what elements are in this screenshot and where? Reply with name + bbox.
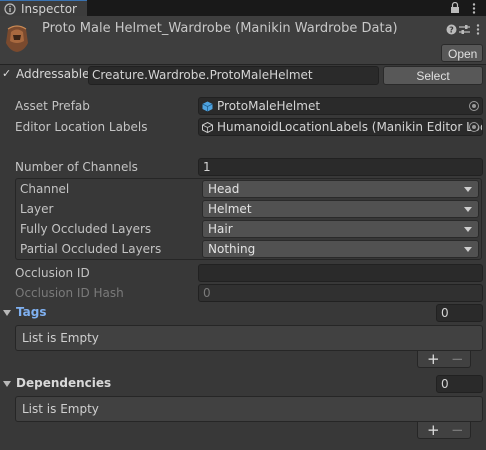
layer-label: Layer bbox=[20, 202, 54, 216]
channel-label: Channel bbox=[20, 182, 70, 196]
asset-prefab-label: Asset Prefab bbox=[15, 99, 90, 113]
dependencies-empty-text: List is Empty bbox=[22, 402, 99, 416]
select-button[interactable]: Select bbox=[383, 66, 483, 85]
partial-occluded-layers-label: Partial Occluded Layers bbox=[20, 242, 162, 256]
info-icon bbox=[4, 3, 16, 15]
fully-occluded-layers-value: Hair bbox=[208, 222, 233, 236]
layer-value: Helmet bbox=[208, 202, 252, 216]
channel-value: Head bbox=[208, 182, 240, 196]
dropdown-caret-icon bbox=[464, 187, 472, 192]
editor-location-labels-value: HumanoidLocationLabels (Manikin Editor L… bbox=[217, 120, 483, 134]
occlusion-id-field[interactable] bbox=[198, 264, 483, 282]
tab-inspector[interactable]: Inspector bbox=[0, 0, 87, 16]
dependencies-list-footer: + − bbox=[417, 422, 471, 439]
occlusion-id-hash-field: 0 bbox=[198, 284, 483, 302]
asset-prefab-field[interactable]: ProtoMaleHelmet bbox=[198, 97, 483, 115]
helmet-thumbnail-icon bbox=[6, 25, 28, 52]
tags-empty-text: List is Empty bbox=[22, 331, 99, 345]
addressable-checkbox[interactable]: ✓ bbox=[2, 67, 11, 80]
fully-occluded-layers-label: Fully Occluded Layers bbox=[20, 222, 152, 236]
dependencies-foldout-label[interactable]: Dependencies bbox=[16, 376, 111, 390]
preset-settings-icon[interactable] bbox=[459, 24, 470, 35]
lock-icon[interactable] bbox=[450, 2, 460, 14]
open-button[interactable]: Open bbox=[441, 44, 483, 62]
dependencies-foldout-arrow-icon[interactable] bbox=[3, 381, 11, 387]
object-picker-icon[interactable] bbox=[469, 101, 479, 111]
addressable-label: Addressable bbox=[16, 67, 90, 81]
partial-occluded-layers-dropdown[interactable]: Nothing bbox=[202, 240, 479, 258]
dependencies-add-button[interactable]: + bbox=[427, 423, 440, 438]
help-icon[interactable]: ? bbox=[446, 24, 457, 35]
number-of-channels-field[interactable]: 1 bbox=[198, 158, 483, 176]
editor-location-labels-label: Editor Location Labels bbox=[15, 120, 148, 134]
tags-add-button[interactable]: + bbox=[427, 352, 440, 367]
tags-remove-button[interactable]: − bbox=[451, 352, 464, 367]
editor-location-labels-field[interactable]: HumanoidLocationLabels (Manikin Editor L… bbox=[198, 118, 483, 136]
asset-prefab-value: ProtoMaleHelmet bbox=[217, 99, 321, 113]
tags-size-field[interactable]: 0 bbox=[436, 304, 483, 322]
layer-dropdown[interactable]: Helmet bbox=[202, 200, 479, 218]
kebab-menu-icon[interactable] bbox=[472, 3, 476, 14]
tags-list: List is Empty bbox=[15, 325, 483, 351]
dropdown-caret-icon bbox=[464, 207, 472, 212]
dropdown-caret-icon bbox=[464, 227, 472, 232]
number-of-channels-label: Number of Channels bbox=[15, 160, 138, 174]
channel-dropdown[interactable]: Head bbox=[202, 180, 479, 198]
prefab-icon bbox=[202, 101, 213, 112]
partial-occluded-layers-value: Nothing bbox=[208, 242, 256, 256]
scriptable-object-icon bbox=[202, 122, 213, 133]
occlusion-id-hash-label: Occlusion ID Hash bbox=[15, 286, 124, 300]
addressable-address-field[interactable]: Creature.Wardrobe.ProtoMaleHelmet bbox=[88, 66, 379, 85]
dependencies-remove-button[interactable]: − bbox=[451, 423, 464, 438]
tags-list-footer: + − bbox=[417, 351, 471, 368]
object-picker-icon[interactable] bbox=[469, 122, 479, 132]
kebab-menu-icon[interactable] bbox=[476, 24, 480, 35]
svg-text:?: ? bbox=[449, 26, 454, 35]
asset-title: Proto Male Helmet_Wardrobe (Manikin Ward… bbox=[42, 21, 398, 36]
fully-occluded-layers-dropdown[interactable]: Hair bbox=[202, 220, 479, 238]
occlusion-id-label: Occlusion ID bbox=[15, 266, 90, 280]
dropdown-caret-icon bbox=[464, 247, 472, 252]
dependencies-size-field[interactable]: 0 bbox=[436, 375, 483, 393]
tags-foldout-arrow-icon[interactable] bbox=[3, 310, 11, 316]
tags-foldout-label[interactable]: Tags bbox=[16, 305, 46, 319]
dependencies-list: List is Empty bbox=[15, 396, 483, 422]
tab-label: Inspector bbox=[21, 2, 77, 16]
tab-bar: Inspector bbox=[0, 0, 486, 16]
